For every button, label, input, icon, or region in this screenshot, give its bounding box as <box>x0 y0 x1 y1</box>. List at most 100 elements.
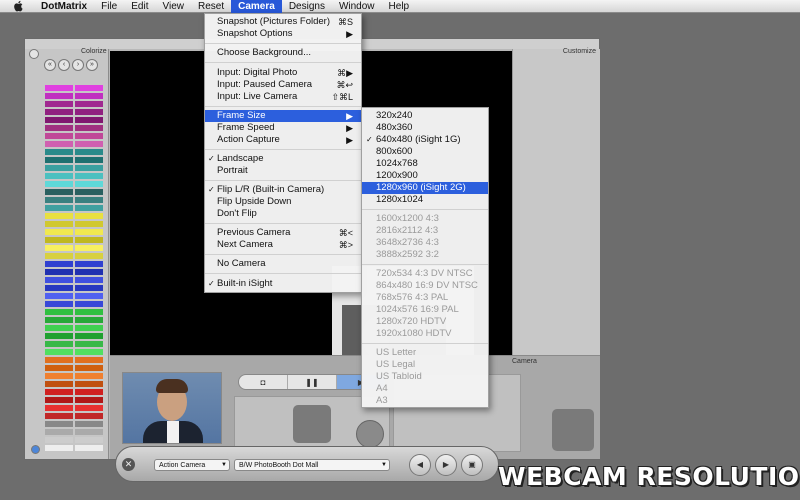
color-swatch[interactable] <box>75 269 103 275</box>
color-swatch[interactable] <box>75 133 103 139</box>
color-swatch[interactable] <box>45 93 73 99</box>
color-swatch[interactable] <box>45 213 73 219</box>
color-swatch[interactable] <box>45 133 73 139</box>
snapshot-camera-icon[interactable]: ◘ <box>239 375 288 389</box>
color-swatch[interactable] <box>75 405 103 411</box>
frame-size-800x600[interactable]: 800x600 <box>362 146 488 158</box>
menu-item-frame-size[interactable]: Frame Size ▶ <box>205 110 361 122</box>
color-swatch[interactable] <box>75 349 103 355</box>
color-swatch[interactable] <box>45 381 73 387</box>
rewind-icon[interactable]: « <box>44 59 56 71</box>
color-swatch[interactable] <box>75 93 103 99</box>
color-swatch[interactable] <box>75 325 103 331</box>
color-swatch[interactable] <box>75 165 103 171</box>
color-swatch[interactable] <box>75 317 103 323</box>
frame-size-1024x768[interactable]: 1024x768 <box>362 158 488 170</box>
color-swatch[interactable] <box>45 205 73 211</box>
color-swatch[interactable] <box>75 413 103 419</box>
color-swatch[interactable] <box>75 421 103 427</box>
color-swatch[interactable] <box>75 109 103 115</box>
color-swatch[interactable] <box>75 301 103 307</box>
frame-size-480x360[interactable]: 480x360 <box>362 122 488 134</box>
previous-button[interactable]: ◀ <box>409 454 431 476</box>
menu-item-flip-upside-down[interactable]: Flip Upside Down <box>205 196 361 208</box>
color-swatch[interactable] <box>75 285 103 291</box>
menu-item-no-camera[interactable]: No Camera <box>205 258 361 270</box>
color-swatch[interactable] <box>75 125 103 131</box>
color-swatch[interactable] <box>45 325 73 331</box>
color-swatch[interactable] <box>45 117 73 123</box>
color-swatch[interactable] <box>75 309 103 315</box>
menu-window[interactable]: Window <box>332 0 382 13</box>
color-swatch[interactable] <box>75 181 103 187</box>
source-select[interactable]: Action Camera ▼ <box>154 459 230 471</box>
color-swatch[interactable] <box>45 109 73 115</box>
color-swatch[interactable] <box>45 333 73 339</box>
color-swatch[interactable] <box>45 269 73 275</box>
menu-designs[interactable]: Designs <box>282 0 332 13</box>
color-swatch[interactable] <box>45 245 73 251</box>
color-slider-handle[interactable] <box>31 445 40 454</box>
color-swatch[interactable] <box>45 421 73 427</box>
menu-camera[interactable]: Camera <box>231 0 282 13</box>
frame-size-320x240[interactable]: 320x240 <box>362 110 488 122</box>
color-swatch[interactable] <box>45 405 73 411</box>
menu-file[interactable]: File <box>94 0 124 13</box>
back-icon[interactable]: ‹ <box>58 59 70 71</box>
color-swatch[interactable] <box>75 277 103 283</box>
close-icon[interactable]: ✕ <box>122 458 135 471</box>
color-swatch[interactable] <box>45 229 73 235</box>
color-swatch[interactable] <box>75 445 103 451</box>
color-swatch[interactable] <box>45 437 73 443</box>
color-swatch[interactable] <box>75 293 103 299</box>
color-swatch[interactable] <box>45 189 73 195</box>
color-swatch[interactable] <box>45 293 73 299</box>
menu-edit[interactable]: Edit <box>124 0 155 13</box>
menu-item-built-in-isight[interactable]: ✓ Built-in iSight <box>205 278 361 290</box>
color-swatch[interactable] <box>45 101 73 107</box>
color-swatch[interactable] <box>45 317 73 323</box>
color-swatch[interactable] <box>75 253 103 259</box>
color-swatch[interactable] <box>75 245 103 251</box>
menu-item-portrait[interactable]: Portrait <box>205 165 361 177</box>
menu-item-input-live-camera[interactable]: Input: Live Camera ⇧⌘L <box>205 91 361 103</box>
color-swatch[interactable] <box>75 149 103 155</box>
color-swatch[interactable] <box>45 261 73 267</box>
fast-forward-icon[interactable]: » <box>86 59 98 71</box>
color-swatch[interactable] <box>75 341 103 347</box>
color-swatch[interactable] <box>75 197 103 203</box>
color-swatch[interactable] <box>75 333 103 339</box>
color-swatch[interactable] <box>45 301 73 307</box>
frame-size-1200x900[interactable]: 1200x900 <box>362 170 488 182</box>
color-swatch[interactable] <box>75 429 103 435</box>
color-swatch[interactable] <box>75 373 103 379</box>
menu-item-action-capture[interactable]: Action Capture ▶ <box>205 134 361 146</box>
color-swatch[interactable] <box>75 85 103 91</box>
menu-item-flip-lr[interactable]: ✓ Flip L/R (Built-in Camera) <box>205 184 361 196</box>
color-swatch[interactable] <box>45 357 73 363</box>
menu-item-previous-camera[interactable]: Previous Camera ⌘< <box>205 227 361 239</box>
color-swatch[interactable] <box>75 397 103 403</box>
color-swatch[interactable] <box>45 141 73 147</box>
color-swatch[interactable] <box>45 285 73 291</box>
tv-icon[interactable] <box>552 409 594 451</box>
menu-view[interactable]: View <box>155 0 191 13</box>
color-swatch[interactable] <box>75 437 103 443</box>
color-swatch[interactable] <box>45 341 73 347</box>
color-swatch[interactable] <box>45 221 73 227</box>
color-swatch[interactable] <box>45 165 73 171</box>
menu-help[interactable]: Help <box>382 0 417 13</box>
camera-icon[interactable] <box>293 405 331 443</box>
color-swatch[interactable] <box>45 309 73 315</box>
color-swatch[interactable] <box>45 365 73 371</box>
color-swatch[interactable] <box>75 365 103 371</box>
forward-icon[interactable]: › <box>72 59 84 71</box>
color-swatch[interactable] <box>45 373 73 379</box>
color-swatch[interactable] <box>75 381 103 387</box>
color-swatch[interactable] <box>75 213 103 219</box>
menu-app-name[interactable]: DotMatrix <box>34 0 94 13</box>
color-swatch[interactable] <box>45 125 73 131</box>
color-swatch[interactable] <box>45 349 73 355</box>
menu-item-input-digital-photo[interactable]: Input: Digital Photo ⌘▶ <box>205 67 361 79</box>
color-swatch[interactable] <box>45 197 73 203</box>
